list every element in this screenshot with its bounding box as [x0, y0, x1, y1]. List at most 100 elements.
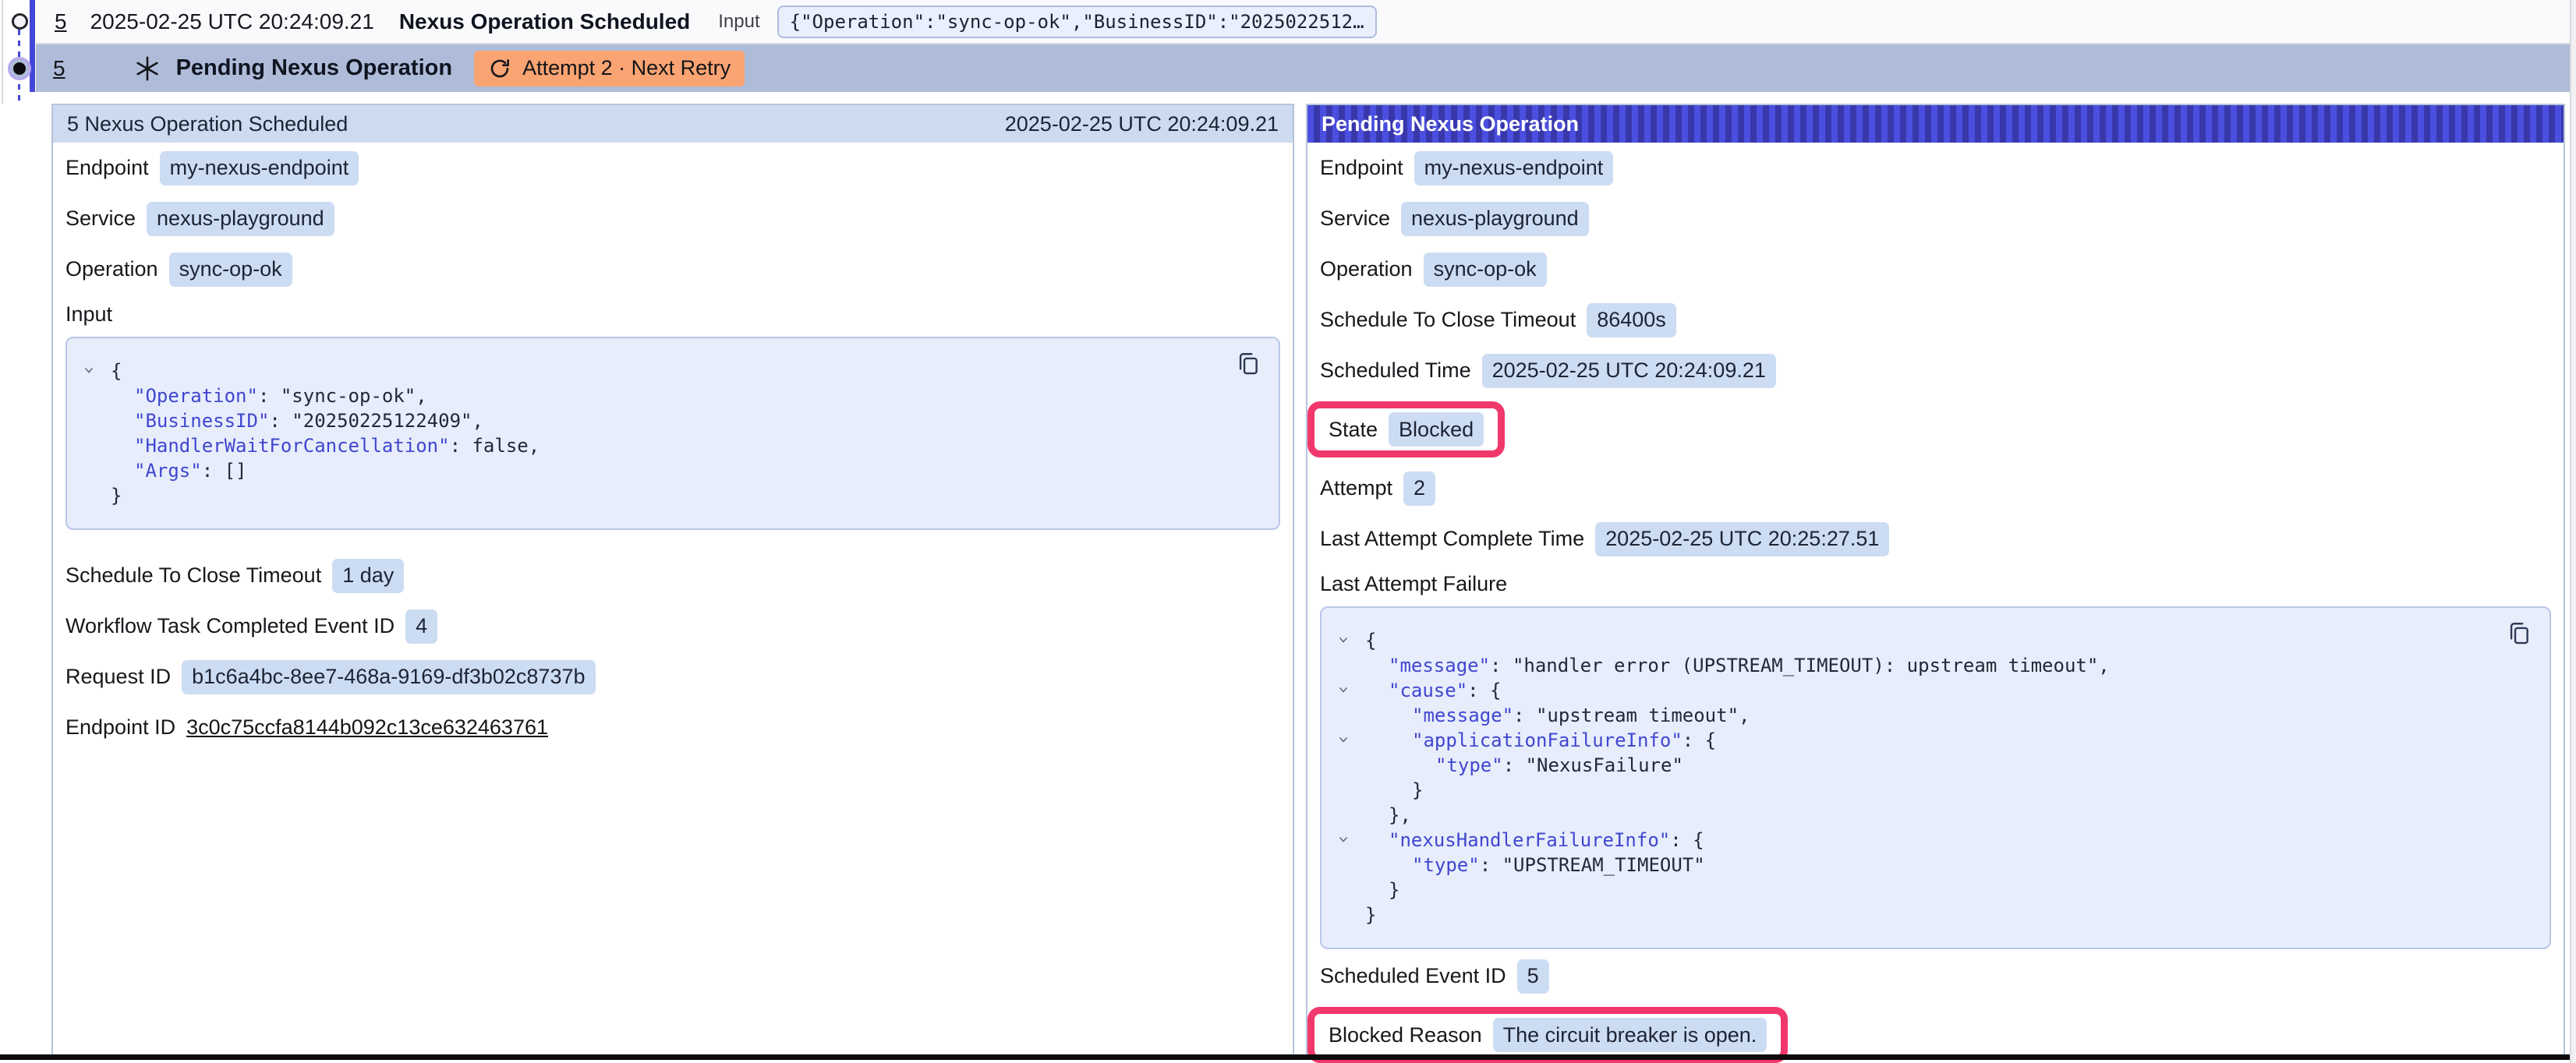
annotation-highlight-box: State Blocked — [1307, 401, 1505, 457]
field-label: Operation — [1320, 257, 1413, 281]
pending-operation-panel-title: Pending Nexus Operation — [1322, 112, 1579, 136]
field-label: Service — [65, 207, 136, 231]
detail-field-attempt: Attempt2 — [1320, 463, 2551, 514]
field-label: Endpoint — [65, 156, 149, 180]
json-viewer: {"message": "handler error (UPSTREAM_TIM… — [1320, 606, 2551, 949]
retry-attempt-badge[interactable]: Attempt 2 · Next Retry — [474, 51, 745, 87]
field-label: Endpoint ID — [65, 715, 175, 740]
pending-operation-panel: Pending Nexus Operation Endpoint my-nexus… — [1306, 104, 2565, 1057]
section-label-input: Input — [65, 295, 1280, 334]
event-input-preview-badge[interactable]: {"Operation":"sync-op-ok","BusinessID":"… — [777, 5, 1377, 38]
detail-field-scheduled-time: Scheduled Time 2025-02-25 UTC 20:24:09.21 — [1320, 345, 2551, 396]
json-line: { — [1322, 628, 2479, 653]
detail-field-state: State Blocked — [1320, 396, 2551, 463]
field-label: Workflow Task Completed Event ID — [65, 614, 395, 638]
json-line: } — [67, 483, 1208, 508]
field-value-badge: Blocked — [1389, 412, 1484, 447]
field-value-badge: my-nexus-endpoint — [1414, 151, 1614, 185]
json-line: "nexusHandlerFailureInfo": { — [1322, 828, 2479, 853]
pending-operation-row[interactable]: 5 Pending Nexus Operation Attempt 2 · Ne… — [36, 44, 2570, 92]
field-value-link[interactable]: 3c0c75ccfa8144b092c13ce632463761 — [186, 715, 548, 740]
field-value-badge: nexus-playground — [147, 202, 334, 236]
field-label: State — [1329, 418, 1378, 442]
field-label: Operation — [65, 257, 158, 281]
event-detail-panel-time: 2025-02-25 UTC 20:24:09.21 — [1005, 112, 1279, 136]
copy-icon[interactable] — [2506, 620, 2532, 647]
field-label: Schedule To Close Timeout — [65, 563, 321, 588]
detail-field-operation: Operationsync-op-ok — [1320, 244, 2551, 295]
collapse-chevron-icon[interactable] — [1337, 634, 1350, 646]
json-line: "type": "UPSTREAM_TIMEOUT" — [1322, 853, 2479, 878]
json-line: "message": "handler error (UPSTREAM_TIME… — [1322, 653, 2479, 678]
viewport-bottom-edge — [0, 1054, 2570, 1060]
json-line: "BusinessID": "20250225122409", — [67, 408, 1208, 433]
event-detail-panel-header: 5 Nexus Operation Scheduled 2025-02-25 U… — [53, 105, 1293, 143]
event-detail-panel: 5 Nexus Operation Scheduled 2025-02-25 U… — [51, 104, 1294, 1057]
field-value-badge: b1c6a4bc-8ee7-468a-9169-df3b02c8737b — [182, 660, 595, 694]
field-label: Scheduled Time — [1320, 358, 1471, 383]
workflow-history-view: 5 2025-02-25 UTC 20:24:09.21 Nexus Opera… — [0, 0, 2576, 1063]
field-label: Endpoint — [1320, 156, 1403, 180]
detail-field-service: Service nexus-playground — [65, 193, 1280, 244]
field-value-badge: 4 — [405, 609, 437, 644]
json-line: "type": "NexusFailure" — [1322, 753, 2479, 778]
field-label: Blocked Reason — [1329, 1023, 1482, 1047]
collapse-chevron-icon[interactable] — [83, 364, 95, 376]
detail-field-service: Service nexus-playground — [1320, 193, 2551, 244]
event-time: 2025-02-25 UTC 20:24:09.21 — [90, 9, 374, 34]
event-detail-panel-title: 5 Nexus Operation Scheduled — [67, 112, 348, 136]
event-id-link[interactable]: 5 — [55, 9, 67, 34]
field-value-badge: 5 — [1517, 959, 1549, 994]
scrollbar-track[interactable] — [2570, 0, 2576, 1063]
json-line: } — [1322, 878, 2479, 902]
detail-field-endpoint-id: Endpoint ID 3c0c75ccfa8144b092c13ce632463… — [65, 702, 1280, 753]
json-line: "message": "upstream timeout", — [1322, 703, 2479, 728]
field-value-badge: 1 day — [332, 559, 404, 593]
field-value-badge: nexus-playground — [1401, 202, 1589, 236]
json-line: { — [67, 358, 1208, 383]
field-label: Schedule To Close Timeout — [1320, 308, 1576, 332]
detail-field-schedule-to-close-timeout: Schedule To Close Timeout 86400s — [1320, 295, 2551, 345]
detail-field-operation: Operationsync-op-ok — [65, 244, 1280, 295]
event-summary-row[interactable]: 5 2025-02-25 UTC 20:24:09.21 Nexus Opera… — [36, 0, 2570, 44]
field-label: Request ID — [65, 665, 171, 689]
detail-field-endpoint: Endpoint my-nexus-endpoint — [1320, 143, 2551, 193]
timeline-node-open-icon — [12, 13, 28, 30]
json-line: "Args": [] — [67, 458, 1208, 483]
detail-field-endpoint: Endpoint my-nexus-endpoint — [65, 143, 1280, 193]
field-value-badge: 2025-02-25 UTC 20:24:09.21 — [1482, 354, 1776, 388]
field-value-badge: The circuit breaker is open. — [1493, 1018, 1767, 1052]
collapse-chevron-icon[interactable] — [1337, 733, 1350, 746]
field-value-badge: 2025-02-25 UTC 20:25:27.51 — [1595, 522, 1889, 556]
field-label: Attempt — [1320, 476, 1392, 500]
section-label-last-attempt-failure: Last Attempt Failure — [1320, 564, 2551, 603]
json-line: "cause": { — [1322, 678, 2479, 703]
field-label: Scheduled Event ID — [1320, 964, 1506, 988]
field-label: Service — [1320, 207, 1390, 231]
event-input-label: Input — [718, 11, 759, 33]
copy-icon[interactable] — [1235, 351, 1261, 377]
json-line: "Operation": "sync-op-ok", — [67, 383, 1208, 408]
timeline-active-bar — [30, 0, 35, 92]
retry-badge-label: Attempt 2 · Next Retry — [522, 56, 731, 80]
table-left-border — [2, 0, 3, 104]
detail-field-scheduled-event-id: Scheduled Event ID 5 — [1320, 951, 2551, 1001]
pending-asterisk-icon — [134, 55, 161, 82]
retry-icon — [488, 57, 511, 80]
pending-event-id-link[interactable]: 5 — [53, 56, 65, 81]
json-line: "applicationFailureInfo": { — [1322, 728, 2479, 753]
pending-operation-panel-header: Pending Nexus Operation — [1307, 105, 2564, 143]
timeline-node-current-icon — [8, 57, 31, 80]
event-title: Nexus Operation Scheduled — [399, 9, 690, 34]
detail-field-workflow-task-completed-event-id: Workflow Task Completed Event ID 4 — [65, 601, 1280, 652]
json-viewer: {"Operation": "sync-op-ok","BusinessID":… — [65, 337, 1280, 530]
pending-operation-title: Pending Nexus Operation — [176, 55, 453, 81]
collapse-chevron-icon[interactable] — [1337, 683, 1350, 696]
detail-field-schedule-to-close-timeout: Schedule To Close Timeout 1 day — [65, 550, 1280, 601]
field-value-badge: 86400s — [1587, 303, 1676, 337]
field-label: Last Attempt Complete Time — [1320, 527, 1584, 551]
json-line: } — [1322, 778, 2479, 803]
collapse-chevron-icon[interactable] — [1337, 833, 1350, 846]
detail-field-request-id: Request ID b1c6a4bc-8ee7-468a-9169-df3b02… — [65, 652, 1280, 702]
field-value-badge: my-nexus-endpoint — [160, 151, 359, 185]
